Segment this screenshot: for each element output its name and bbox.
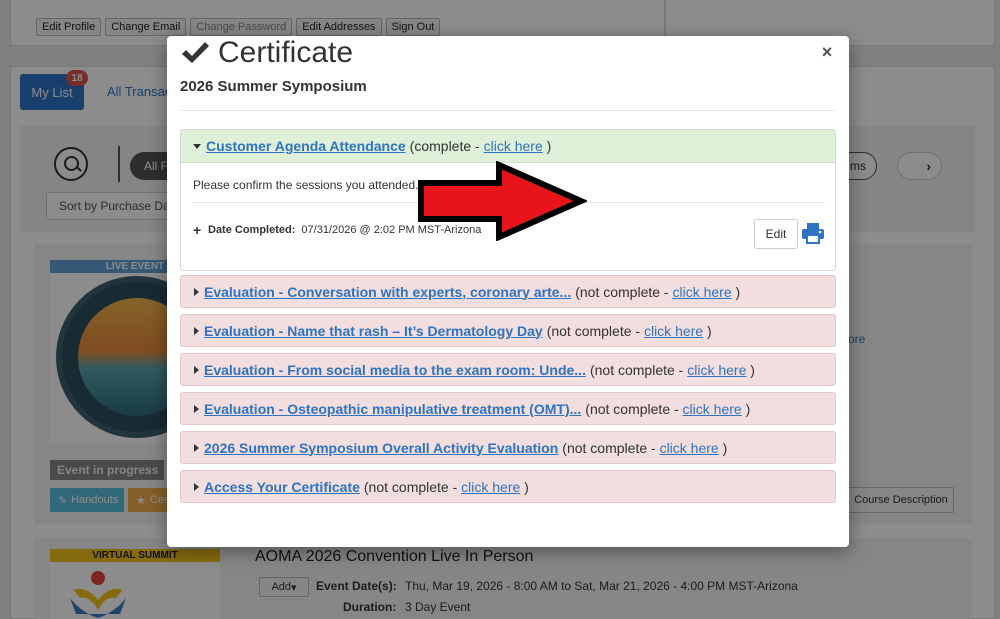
status-prefix: (not complete - bbox=[585, 400, 683, 417]
certificate-modal: Certificate × 2026 Summer Symposium Cust… bbox=[167, 36, 849, 547]
overall-evaluation-link[interactable]: 2026 Summer Symposium Overall Activity E… bbox=[204, 440, 558, 456]
status-prefix: (not complete - bbox=[589, 361, 688, 378]
evaluation-link-3[interactable]: Evaluation - From social media to the ex… bbox=[204, 362, 586, 378]
evaluation-section-1[interactable]: Evaluation - Conversation with experts, … bbox=[180, 275, 836, 308]
agenda-click-here-link[interactable]: click here bbox=[484, 138, 543, 154]
caret-right-icon bbox=[194, 326, 199, 335]
click-here-link-3[interactable]: click here bbox=[687, 362, 746, 378]
status-prefix: (not complete - bbox=[546, 322, 644, 339]
plus-icon[interactable]: + bbox=[193, 222, 202, 238]
evaluation-link-2[interactable]: Evaluation - Name that rash – It’s Derma… bbox=[204, 323, 543, 339]
overall-evaluation-status: (not complete - click here ) bbox=[562, 440, 727, 456]
evaluation-link-1[interactable]: Evaluation - Conversation with experts, … bbox=[204, 284, 571, 300]
status-suffix: ) bbox=[520, 478, 529, 495]
status-suffix: ) bbox=[718, 439, 728, 456]
agenda-attendance-status: (complete - click here ) bbox=[410, 138, 552, 154]
status-suffix: ) bbox=[731, 283, 741, 300]
click-here-link-5[interactable]: click here bbox=[660, 440, 719, 456]
evaluation-link-4[interactable]: Evaluation - Osteopathic manipulative tr… bbox=[204, 401, 581, 417]
status-suffix: ) bbox=[542, 138, 552, 154]
status-prefix: (complete - bbox=[409, 138, 484, 154]
caret-right-icon bbox=[194, 287, 199, 296]
status-suffix: ) bbox=[703, 322, 712, 339]
evaluation-status-4: (not complete - click here ) bbox=[585, 401, 750, 417]
caret-right-icon bbox=[194, 482, 199, 491]
status-prefix: (not complete - bbox=[575, 283, 673, 300]
edit-button[interactable]: Edit bbox=[754, 219, 798, 249]
evaluation-status-2: (not complete - click here ) bbox=[547, 323, 712, 339]
status-prefix: (not complete - bbox=[562, 439, 660, 456]
agenda-attendance-link[interactable]: Customer Agenda Attendance bbox=[206, 138, 406, 154]
print-icon[interactable] bbox=[801, 222, 825, 244]
evaluation-section-4[interactable]: Evaluation - Osteopathic manipulative tr… bbox=[180, 392, 836, 425]
evaluation-section-2[interactable]: Evaluation - Name that rash – It’s Derma… bbox=[180, 314, 836, 347]
overall-evaluation-section[interactable]: 2026 Summer Symposium Overall Activity E… bbox=[180, 431, 836, 464]
click-here-link-2[interactable]: click here bbox=[644, 323, 703, 339]
modal-title: Certificate bbox=[218, 36, 354, 69]
agenda-attendance-header[interactable]: Customer Agenda Attendance (complete - c… bbox=[181, 130, 835, 163]
evaluation-status-3: (not complete - click here ) bbox=[590, 362, 755, 378]
red-arrow-icon bbox=[418, 161, 587, 241]
access-certificate-section[interactable]: Access Your Certificate (not complete - … bbox=[180, 470, 836, 503]
status-suffix: ) bbox=[746, 361, 755, 378]
click-here-link-1[interactable]: click here bbox=[672, 284, 731, 300]
modal-header: Certificate bbox=[180, 36, 353, 70]
caret-right-icon bbox=[194, 365, 199, 374]
checkmark-icon bbox=[182, 42, 209, 63]
modal-subtitle: 2026 Summer Symposium bbox=[180, 78, 367, 95]
evaluation-status-1: (not complete - click here ) bbox=[575, 284, 740, 300]
access-certificate-status: (not complete - click here ) bbox=[364, 479, 529, 495]
access-certificate-link[interactable]: Access Your Certificate bbox=[204, 479, 360, 495]
status-prefix: (not complete - bbox=[363, 478, 462, 495]
caret-right-icon bbox=[194, 443, 199, 452]
caret-down-icon bbox=[193, 143, 201, 149]
date-completed-label: Date Completed: bbox=[208, 224, 296, 236]
modal-divider bbox=[180, 110, 835, 111]
evaluation-section-3[interactable]: Evaluation - From social media to the ex… bbox=[180, 353, 836, 386]
click-here-link-4[interactable]: click here bbox=[683, 401, 742, 417]
close-icon[interactable]: × bbox=[819, 42, 835, 62]
click-here-link-6[interactable]: click here bbox=[461, 479, 520, 495]
status-suffix: ) bbox=[741, 400, 751, 417]
caret-right-icon bbox=[194, 404, 199, 413]
